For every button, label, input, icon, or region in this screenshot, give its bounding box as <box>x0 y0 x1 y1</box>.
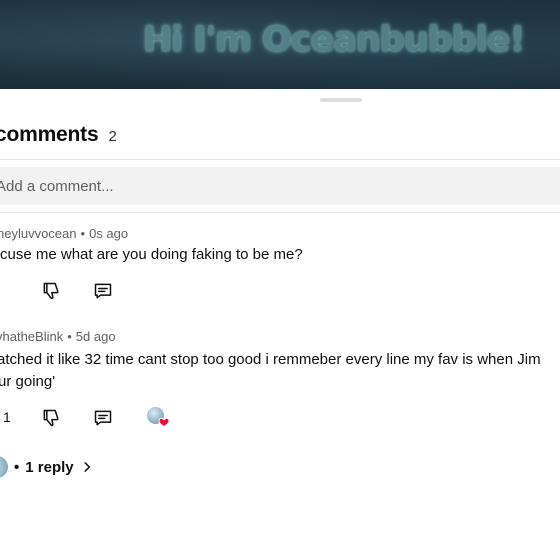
replies-separator: • <box>14 458 20 476</box>
dislike-button[interactable] <box>39 406 63 430</box>
comment-author[interactable]: heyluvvocean <box>0 226 77 241</box>
video-overlay-title: Hi I'm Oceanbubble! <box>143 20 525 60</box>
reply-avatar <box>0 456 8 478</box>
add-comment-input[interactable] <box>0 167 536 205</box>
dislike-icon <box>43 282 59 300</box>
dislike-button[interactable] <box>39 279 63 303</box>
creator-heart-badge <box>147 407 170 429</box>
comment-author[interactable]: vhatheBlink <box>0 329 63 344</box>
comment-text: cuse me what are you doing faking to be … <box>0 246 303 263</box>
comment-meta: vhatheBlink • 5d ago <box>0 329 116 344</box>
creator-heart-icon <box>158 417 170 428</box>
divider <box>0 159 560 160</box>
comment-time[interactable]: 5d ago <box>76 329 116 344</box>
reply-button[interactable] <box>91 279 115 303</box>
comment-actions: 1 <box>0 406 560 430</box>
comments-title: comments <box>0 123 99 146</box>
comment-text-line: atched it like 32 time cant stop too goo… <box>0 351 541 368</box>
replies-label: 1 reply <box>25 458 74 476</box>
chevron-right-icon <box>84 462 90 472</box>
like-count: 1 <box>3 409 11 425</box>
comment-meta: heyluvvocean • 0s ago <box>0 226 128 241</box>
comment-time[interactable]: 0s ago <box>89 226 128 241</box>
view-replies-button[interactable]: • 1 reply <box>0 456 94 478</box>
dislike-icon <box>43 409 59 427</box>
comments-header: comments 2 <box>0 123 117 147</box>
reply-icon <box>94 283 112 299</box>
meta-separator: • <box>80 226 86 241</box>
meta-separator: • <box>67 329 72 344</box>
comment-text-line: ur going' <box>0 373 56 390</box>
reply-icon <box>94 410 112 426</box>
add-comment-box[interactable] <box>0 167 560 205</box>
divider <box>0 212 560 213</box>
reply-button[interactable] <box>91 406 115 430</box>
comment-actions <box>0 279 560 303</box>
drag-handle[interactable] <box>320 98 362 102</box>
comments-sheet: comments 2 heyluvvocean•0s ago cuse me w… <box>0 89 560 560</box>
video-player[interactable]: Hi I'm Oceanbubble! <box>0 0 560 89</box>
comments-count: 2 <box>108 128 117 145</box>
